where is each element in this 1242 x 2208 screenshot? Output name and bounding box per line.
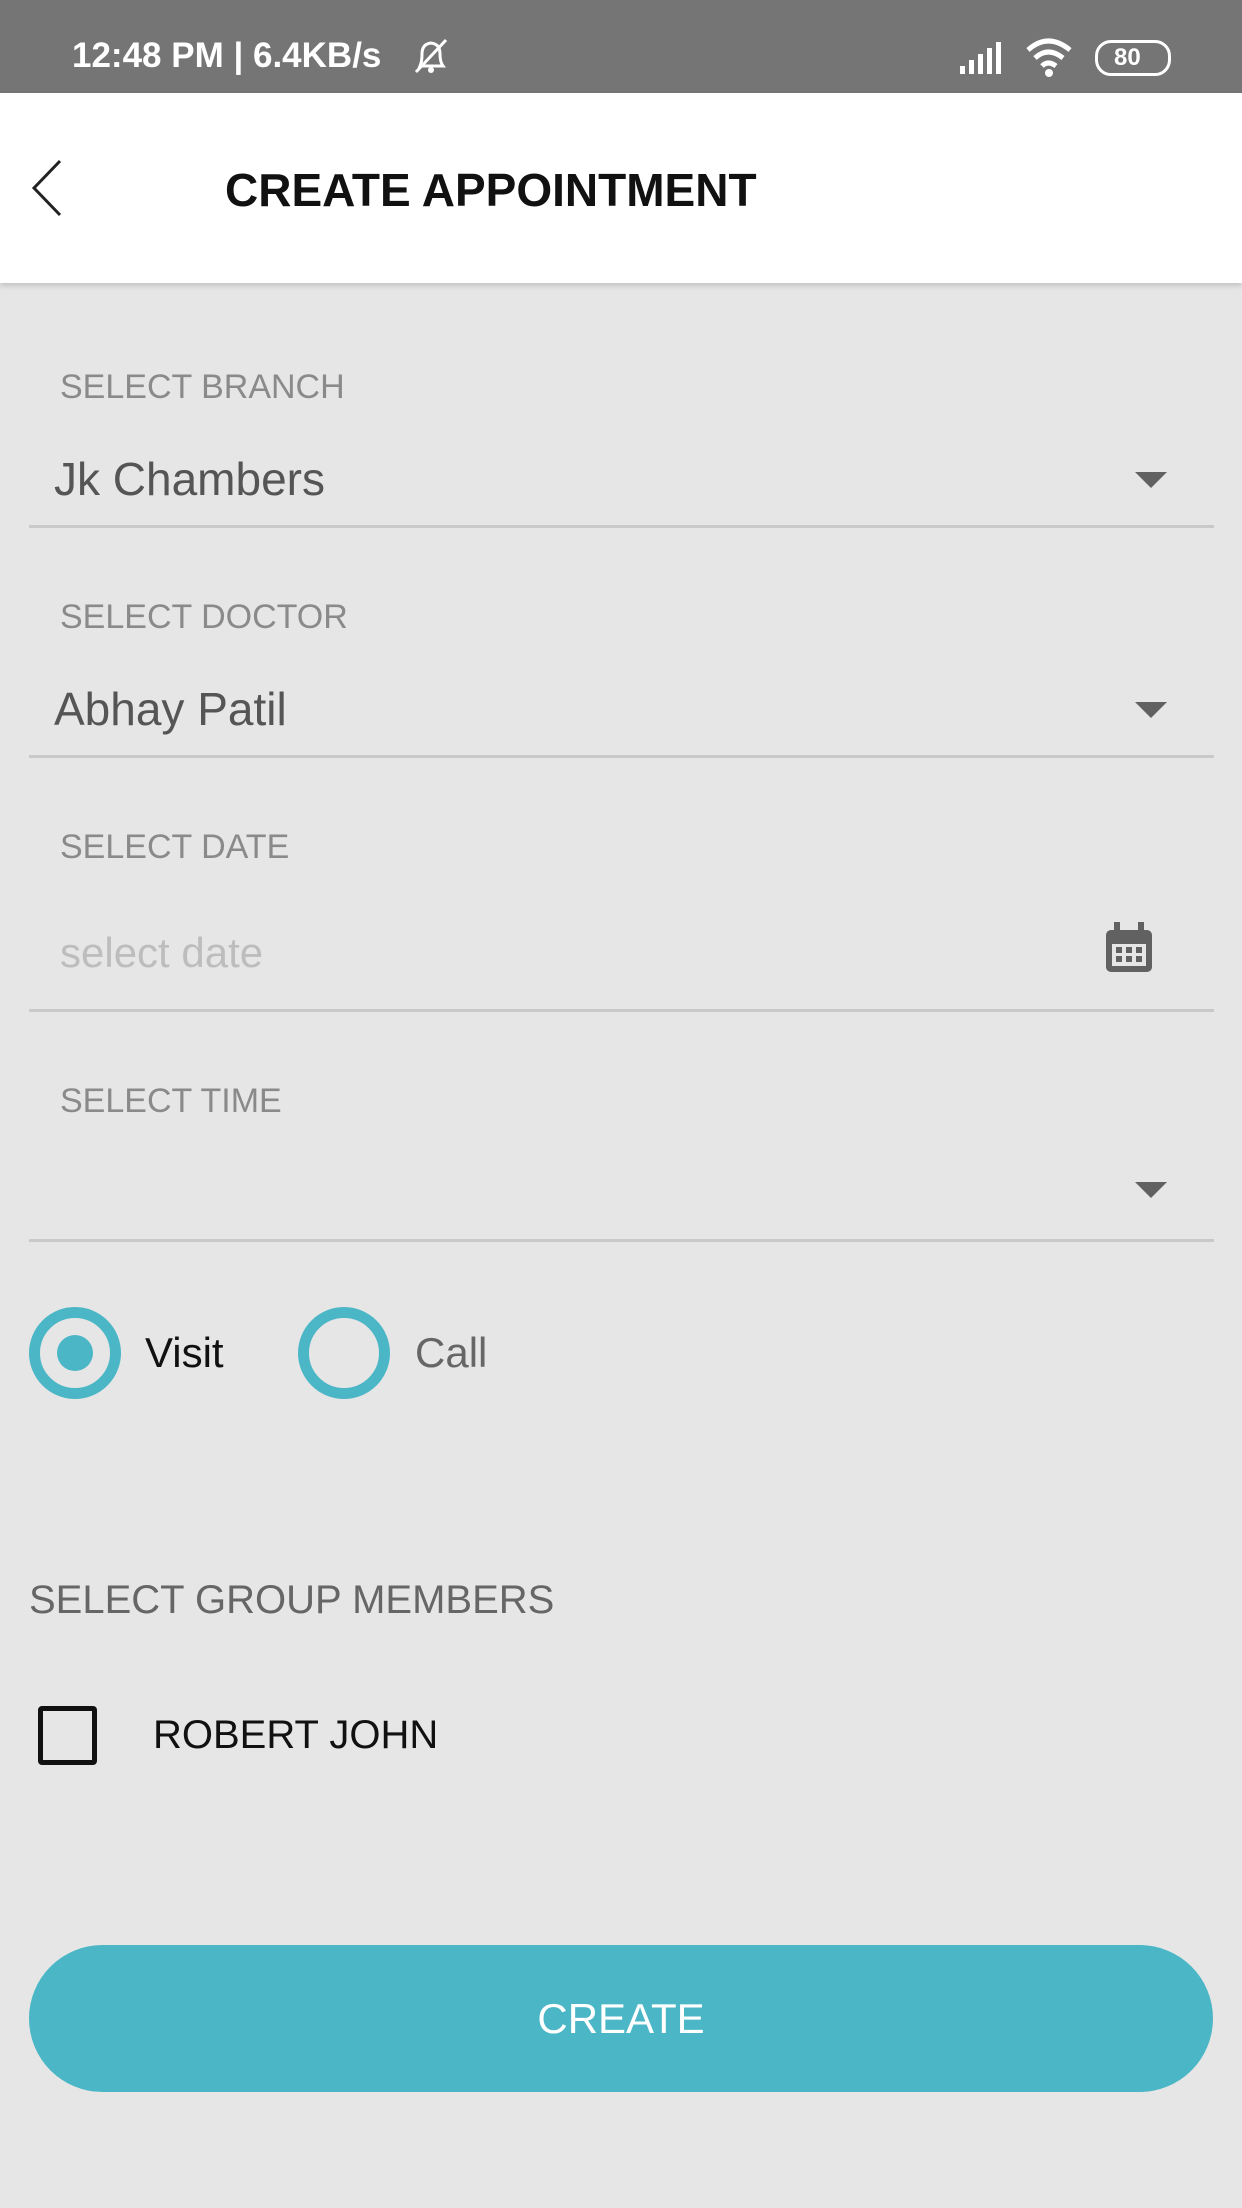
- radio-selected-icon: [29, 1307, 121, 1399]
- date-label: SELECT DATE: [60, 828, 290, 866]
- app-header: CREATE APPOINTMENT: [0, 93, 1242, 283]
- radio-call[interactable]: Call: [298, 1307, 518, 1399]
- dropdown-arrow-icon: [1135, 702, 1167, 718]
- time-select[interactable]: [29, 1150, 1214, 1238]
- doctor-value: Abhay Patil: [54, 683, 287, 735]
- member-name: ROBERT JOHN: [153, 1713, 439, 1757]
- doctor-select[interactable]: Abhay Patil: [29, 670, 1214, 757]
- page-title: CREATE APPOINTMENT: [225, 164, 757, 216]
- divider: [29, 1239, 1214, 1242]
- radio-call-label: Call: [415, 1329, 488, 1376]
- battery-icon: 80: [1095, 40, 1171, 76]
- divider: [29, 1009, 1214, 1012]
- dropdown-arrow-icon: [1135, 472, 1167, 488]
- checkbox[interactable]: [38, 1706, 97, 1765]
- create-button[interactable]: CREATE: [29, 1945, 1213, 2092]
- signal-icon: [960, 42, 1001, 74]
- status-time: 12:48 PM | 6.4KB/s: [72, 36, 382, 75]
- divider: [29, 755, 1214, 758]
- radio-visit[interactable]: Visit: [29, 1307, 249, 1399]
- member-row[interactable]: ROBERT JOHN: [29, 1695, 529, 1775]
- wifi-icon: [1026, 38, 1072, 77]
- status-bar: 12:48 PM | 6.4KB/s 80: [0, 0, 1242, 93]
- chevron-left-icon[interactable]: [30, 159, 66, 217]
- branch-label: SELECT BRANCH: [60, 368, 345, 406]
- doctor-label: SELECT DOCTOR: [60, 598, 348, 636]
- date-input[interactable]: select date: [29, 905, 1214, 1005]
- time-label: SELECT TIME: [60, 1082, 282, 1120]
- battery-level: 80: [1114, 44, 1141, 71]
- branch-value: Jk Chambers: [54, 453, 325, 505]
- group-members-heading: SELECT GROUP MEMBERS: [29, 1578, 555, 1622]
- calendar-icon[interactable]: [1104, 922, 1154, 974]
- date-placeholder: select date: [60, 929, 264, 976]
- radio-visit-label: Visit: [145, 1329, 224, 1376]
- bell-off-icon: [414, 38, 448, 74]
- divider: [29, 525, 1214, 528]
- branch-select[interactable]: Jk Chambers: [29, 440, 1214, 527]
- radio-unselected-icon: [298, 1307, 390, 1399]
- dropdown-arrow-icon: [1135, 1182, 1167, 1198]
- create-button-label: CREATE: [537, 1994, 705, 2042]
